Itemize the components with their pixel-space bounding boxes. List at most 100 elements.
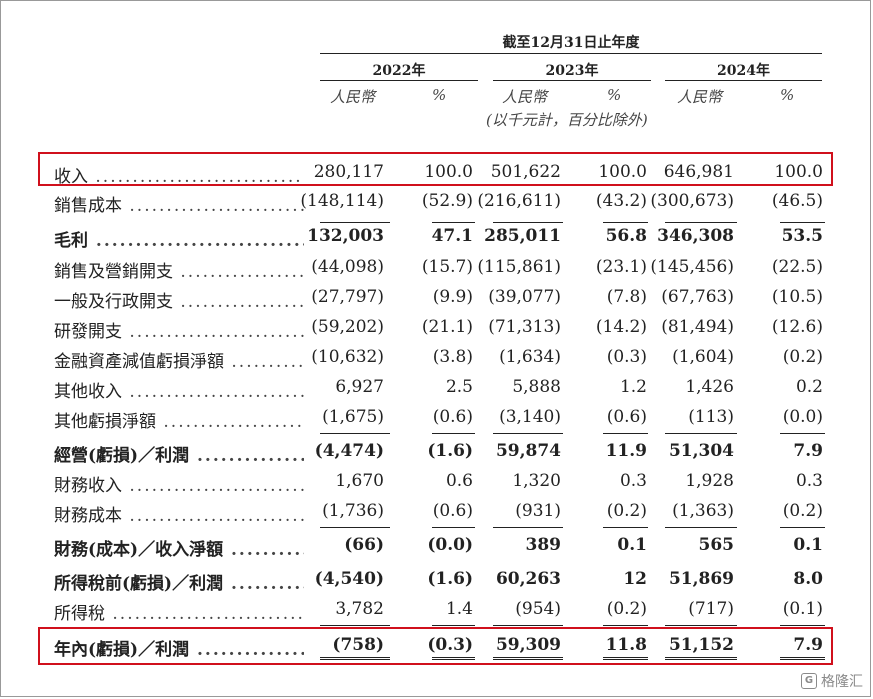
table-cell: (0.2) (782, 501, 823, 521)
unit-rmb-2023: 人民幣 (502, 88, 548, 106)
subtotal-line (432, 625, 475, 626)
subtotal-line (603, 625, 648, 626)
table-cell: 12 (623, 569, 647, 589)
year-2024-header: 2024年 (717, 63, 770, 79)
subtotal-line (320, 433, 390, 434)
subtotal-line (320, 625, 390, 626)
highlight-box-profit (38, 627, 833, 665)
subtotal-line (603, 433, 648, 434)
row-label: 所得稅 ....................................… (54, 599, 304, 624)
table-cell: (1.6) (427, 569, 473, 589)
table-cell: 285,011 (484, 226, 561, 246)
table-row: 其他收入 ...................................… (0, 373, 873, 402)
row-label-text: 銷售及營銷開支 (54, 262, 173, 282)
table-cell: (15.7) (421, 257, 473, 277)
table-cell: (52.9) (421, 191, 473, 211)
leader-dots: ........................................ (95, 231, 304, 251)
table-cell: 0.6 (445, 471, 473, 491)
table-cell: 1.4 (445, 599, 473, 619)
table-cell: (43.2) (595, 191, 647, 211)
row-label-text: 所得稅 (54, 604, 105, 624)
table-row: 金融資產減值虧損淨額 .............................… (0, 343, 873, 372)
leader-dots: ........................................ (231, 540, 304, 560)
subtotal-line (432, 527, 475, 528)
watermark: G 格隆汇 (801, 671, 863, 691)
table-cell: (3,140) (499, 407, 561, 427)
row-label-text: 金融資產減值虧損淨額 (54, 352, 224, 372)
table-cell: 6,927 (335, 377, 384, 397)
row-label-text: 財務(成本)／收入淨額 (54, 540, 224, 560)
table-cell: (4,474) (314, 441, 384, 461)
table-cell: 0.2 (795, 377, 823, 397)
year-2023-underline (493, 80, 651, 81)
table-cell: (14.2) (595, 317, 647, 337)
row-label: 一般及行政開支 ................................… (54, 287, 304, 312)
table-cell: (1,363) (672, 501, 734, 521)
table-cell: 59,874 (495, 441, 561, 461)
subtotal-line (665, 625, 737, 626)
table-cell: 7.9 (793, 441, 823, 461)
table-cell: (0.6) (432, 407, 473, 427)
subtotal-line (665, 222, 737, 223)
table-cell: (4,540) (314, 569, 384, 589)
unit-rmb-2024: 人民幣 (677, 88, 723, 106)
leader-dots: ........................................ (231, 352, 304, 372)
row-label: 經營(虧損)／利潤 ..............................… (54, 441, 304, 466)
table-row: 銷售成本 ...................................… (0, 187, 873, 216)
row-label: 財務(成本)／收入淨額 ............................… (54, 535, 304, 560)
table-cell: (23.1) (595, 257, 647, 277)
table-cell: 0.3 (795, 471, 823, 491)
table-cell: (0.1) (782, 599, 823, 619)
table-cell: (717) (688, 599, 734, 619)
leader-dots: ........................................ (112, 604, 304, 624)
table-cell: 0.1 (617, 535, 647, 555)
table-cell: 389 (525, 535, 562, 555)
row-label-text: 一般及行政開支 (54, 292, 173, 312)
table-cell: 1.2 (619, 377, 647, 397)
subtotal-line (320, 527, 390, 528)
subtotal-line (780, 433, 825, 434)
table-cell: (66) (344, 535, 384, 555)
row-label: 所得稅前(虧損)／利潤 ............................… (54, 569, 304, 594)
year-2024-underline (665, 80, 822, 81)
table-cell: (21.1) (421, 317, 473, 337)
table-row: 所得稅前(虧損)／利潤 ............................… (0, 565, 873, 594)
table-cell: 51,304 (668, 441, 734, 461)
row-label-text: 研發開支 (54, 322, 122, 342)
subtotal-line (320, 222, 390, 223)
row-label: 研發開支 ...................................… (54, 317, 304, 342)
row-label: 銷售及營銷開支 ................................… (54, 257, 304, 282)
table-cell: (1.6) (427, 441, 473, 461)
unit-pct-2023: % (607, 86, 622, 104)
table-cell: (113) (688, 407, 734, 427)
table-cell: (27,797) (311, 287, 384, 307)
leader-dots: ........................................ (129, 506, 304, 526)
row-label: 其他收入 ...................................… (54, 377, 304, 402)
table-cell: (3.8) (432, 347, 473, 367)
subtotal-line (665, 433, 737, 434)
table-cell: (39,077) (488, 287, 561, 307)
row-label-text: 其他虧損淨額 (54, 412, 156, 432)
period-header: 截至12月31日止年度 (502, 35, 640, 51)
table-row: 研發開支 ...................................… (0, 313, 873, 342)
leader-dots: ........................................ (197, 446, 304, 466)
table-row: 經營(虧損)／利潤 ..............................… (0, 437, 873, 466)
row-label-text: 其他收入 (54, 382, 122, 402)
table-cell: (12.6) (771, 317, 823, 337)
table-cell: (1,675) (322, 407, 384, 427)
table-row: 財務(成本)／收入淨額 ............................… (0, 531, 873, 560)
row-label: 銷售成本 ...................................… (54, 191, 304, 216)
table-cell: (59,202) (311, 317, 384, 337)
table-cell: (10.5) (771, 287, 823, 307)
table-cell: (10,632) (311, 347, 384, 367)
row-label: 財務成本 ...................................… (54, 501, 304, 526)
table-cell: 8.0 (793, 569, 823, 589)
table-cell: (0.0) (427, 535, 473, 555)
table-row: 財務成本 ...................................… (0, 497, 873, 526)
table-cell: (0.2) (782, 347, 823, 367)
table-cell: 1,928 (685, 471, 734, 491)
unit-rmb-2022: 人民幣 (330, 88, 376, 106)
table-cell: (0.2) (606, 599, 647, 619)
year-2022-underline (320, 80, 478, 81)
table-cell: (67,763) (661, 287, 734, 307)
